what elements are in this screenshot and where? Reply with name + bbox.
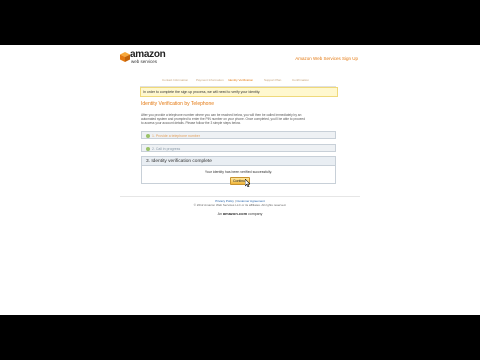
step-identity-verification: Identity Verification [228, 78, 254, 82]
page-title: Identity Verification by Telephone [141, 101, 215, 107]
panel-title: 3. Identity verification complete [142, 157, 335, 166]
intro-text: After you provide a telephone number whe… [141, 113, 335, 126]
verification-notice: In order to complete the sign up process… [140, 87, 338, 97]
section-call-in-progress: 2. Call in progress [141, 144, 336, 152]
footer-divider [120, 196, 360, 197]
panel-message: Your identity has been verified successf… [204, 170, 273, 174]
check-icon [146, 134, 150, 139]
step-confirmation: Confirmation [292, 78, 310, 82]
browser-viewport: amazon web services Amazon Web Services … [0, 45, 480, 315]
logo-subtitle: web services [131, 59, 158, 64]
signup-header-link[interactable]: Amazon Web Services Sign Up [295, 56, 358, 61]
intro-line: to access your account details. Please f… [141, 121, 241, 126]
aws-cube-icon [120, 52, 130, 62]
step-contact-information: Contact Information [162, 78, 189, 82]
step-support-plan: Support Plan [264, 78, 282, 82]
amazon-com-logo: amazon.com [222, 211, 248, 216]
company-prefix: An [217, 212, 222, 216]
signup-progress-steps: Contact Information Payment Information … [140, 74, 336, 87]
section-provide-phone: 1. Provide a telephone number [141, 131, 336, 139]
company-suffix: company [248, 212, 263, 216]
section-label: 2. Call in progress [152, 147, 181, 151]
mouse-cursor-icon [245, 179, 250, 187]
step-payment-information: Payment Information [196, 78, 224, 82]
verification-complete-panel: 3. Identity verification complete Your i… [141, 156, 336, 187]
aws-logo[interactable]: amazon web services [120, 48, 168, 68]
footer-copyright: © 2012 Amazon Web Services LLC or its af… [193, 203, 287, 207]
check-icon [146, 147, 150, 152]
section-label: 1. Provide a telephone number [152, 134, 200, 138]
footer-company: An amazon.com company [0, 211, 480, 216]
